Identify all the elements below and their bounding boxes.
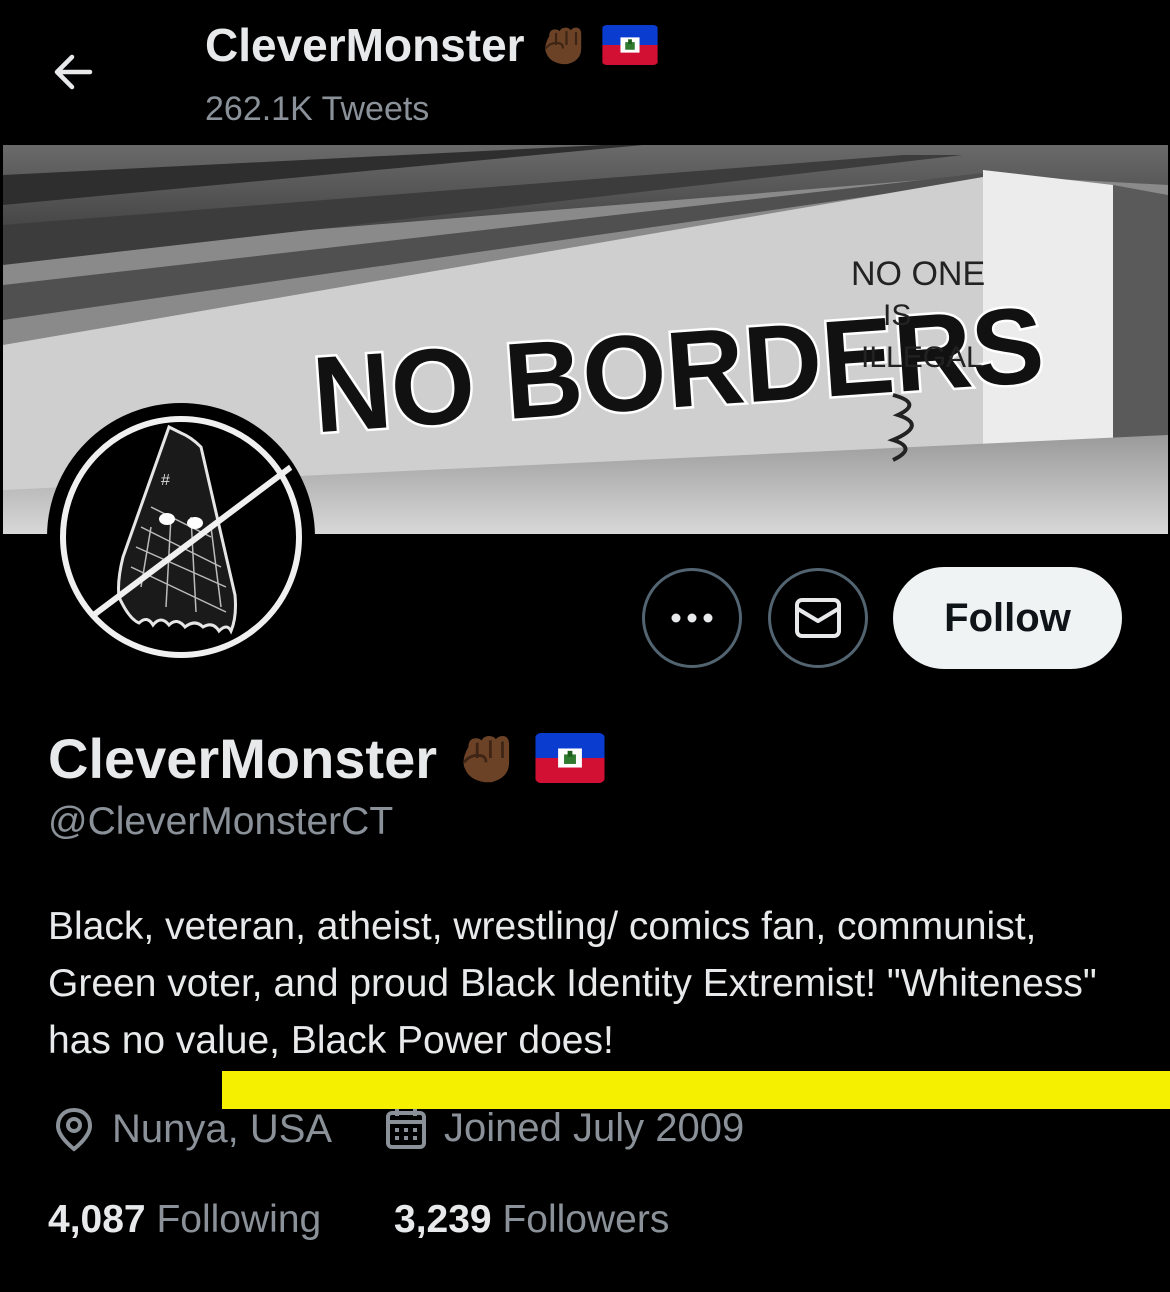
header-display-name: CleverMonster [205, 19, 525, 71]
followers-link[interactable]: 3,239 Followers [394, 1198, 669, 1242]
followers-count: 3,239 [394, 1198, 492, 1241]
avatar[interactable]: # [47, 403, 315, 671]
location-text: Nunya, USA [112, 1106, 333, 1151]
banner-graffiti-side-1: NO ONE [851, 255, 985, 293]
header-title: CleverMonster [205, 18, 659, 72]
following-count: 4,087 [48, 1198, 146, 1241]
more-horizontal-icon [671, 613, 713, 623]
svg-text:#: # [161, 472, 170, 489]
envelope-icon [795, 598, 841, 638]
message-button[interactable] [768, 568, 868, 668]
profile-display-name: CleverMonster [48, 726, 438, 790]
profile-location: Nunya, USA [52, 1106, 332, 1152]
location-pin-icon [55, 1107, 93, 1152]
more-button[interactable] [642, 568, 742, 668]
back-button[interactable] [46, 44, 102, 100]
raised-fist-emoji-icon [535, 19, 591, 71]
banner-graffiti-side-3: ILLEGAL [861, 341, 983, 374]
profile-handle: @CleverMonsterCT [48, 800, 394, 843]
profile-bio: Black, veteran, atheist, wrestling/ comi… [48, 905, 1097, 1062]
tweet-count: 262.1K Tweets [205, 90, 430, 128]
haiti-flag-icon [535, 733, 605, 783]
following-label: Following [156, 1198, 322, 1241]
haiti-flag-icon [601, 25, 659, 65]
yellow-highlight-mark [222, 1071, 1170, 1109]
profile-joined-date: Joined July 2009 [384, 1106, 744, 1151]
calendar-icon [386, 1108, 426, 1149]
profile-name-row: CleverMonster [48, 725, 605, 791]
arrow-left-icon [54, 54, 93, 90]
top-bar: CleverMonster 262.1K Tweets [0, 0, 1170, 145]
following-link[interactable]: 4,087 Following [48, 1198, 321, 1242]
followers-label: Followers [502, 1198, 670, 1241]
banner-graffiti-side-2: IS [883, 299, 911, 332]
joined-text: Joined July 2009 [444, 1106, 745, 1150]
follow-button[interactable]: Follow [893, 567, 1122, 669]
raised-fist-emoji-icon [451, 725, 521, 791]
avatar-image: # [60, 416, 302, 658]
